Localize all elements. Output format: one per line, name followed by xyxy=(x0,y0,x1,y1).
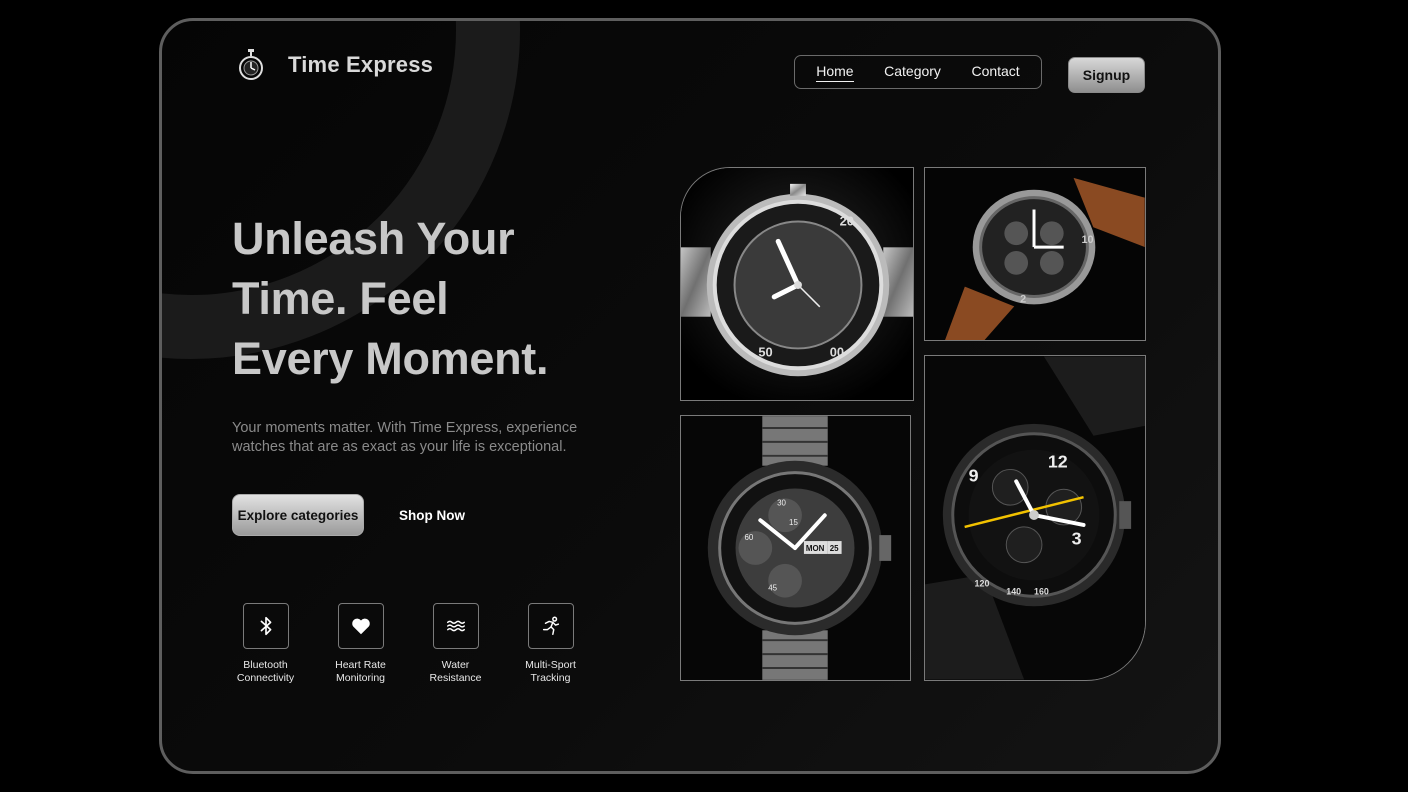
hero-section: Unleash Your Time. Feel Every Moment. xyxy=(232,209,632,389)
dial-number: 50 xyxy=(758,344,772,359)
dial-number: 2 xyxy=(1020,293,1026,305)
feature-heart-rate[interactable]: Heart Rate Monitoring xyxy=(313,603,408,685)
feature-label-multi-sport: Multi-Sport Tracking xyxy=(525,659,576,684)
headline-line-2: Time. Feel xyxy=(232,273,449,324)
headline-line-1: Unleash Your xyxy=(232,213,515,264)
feature-label-water-resistance: Water Resistance xyxy=(429,659,482,684)
dial-number: 20 xyxy=(840,214,854,229)
date-window-date: 25 xyxy=(830,544,839,553)
feature-label-bluetooth: Bluetooth Connectivity xyxy=(236,659,295,684)
dial-number: 140 xyxy=(1006,586,1021,596)
nav-home[interactable]: Home xyxy=(816,63,854,82)
landing-page-frame: Time Express Home Category Contact Signu… xyxy=(159,18,1221,774)
heart-icon xyxy=(337,603,384,649)
watch-photo-leather[interactable]: 10 2 xyxy=(924,167,1146,341)
watch-photo-chronograph[interactable]: 30 60 15 45 MON 25 xyxy=(680,415,911,681)
watch-photo-diver[interactable]: 20 50 00 xyxy=(680,167,914,401)
feature-bluetooth[interactable]: Bluetooth Connectivity xyxy=(218,603,313,685)
main-nav: Home Category Contact xyxy=(794,55,1042,89)
feature-list: Bluetooth Connectivity Heart Rate Monito… xyxy=(218,603,598,685)
dial-number: 15 xyxy=(789,518,798,527)
explore-categories-button[interactable]: Explore categories xyxy=(232,494,364,536)
feature-multi-sport[interactable]: Multi-Sport Tracking xyxy=(503,603,598,685)
brand-name: Time Express xyxy=(288,52,434,77)
dial-number: 9 xyxy=(969,465,979,485)
bluetooth-icon xyxy=(242,603,289,649)
dial-number: 60 xyxy=(744,533,753,542)
dial-number: 3 xyxy=(1072,529,1082,549)
nav-contact[interactable]: Contact xyxy=(971,63,1019,81)
stopwatch-icon xyxy=(236,47,266,83)
shop-now-button[interactable]: Shop Now xyxy=(388,494,476,536)
running-person-icon xyxy=(527,603,574,649)
watch-photo-black-chrono[interactable]: 12 9 3 120 140 160 xyxy=(924,355,1146,681)
water-waves-icon xyxy=(432,603,479,649)
date-window-day: MON xyxy=(806,544,825,553)
feature-water-resistance[interactable]: Water Resistance xyxy=(408,603,503,685)
signup-button[interactable]: Signup xyxy=(1068,57,1145,93)
brand-logo[interactable]: Time Express xyxy=(236,47,433,83)
hero-headline: Unleash Your Time. Feel Every Moment. xyxy=(232,209,632,389)
dial-number: 160 xyxy=(1034,586,1049,596)
dial-number: 12 xyxy=(1048,451,1068,471)
hero-description: Your moments matter. With Time Express, … xyxy=(232,420,578,455)
dial-number: 30 xyxy=(777,498,786,507)
dial-number: 120 xyxy=(975,578,990,588)
feature-label-heart-rate: Heart Rate Monitoring xyxy=(335,659,386,684)
dial-number: 45 xyxy=(768,584,777,593)
headline-line-3: Every Moment. xyxy=(232,333,549,384)
dial-number: 00 xyxy=(830,344,844,359)
nav-category[interactable]: Category xyxy=(884,63,941,81)
dial-number: 10 xyxy=(1081,234,1093,246)
